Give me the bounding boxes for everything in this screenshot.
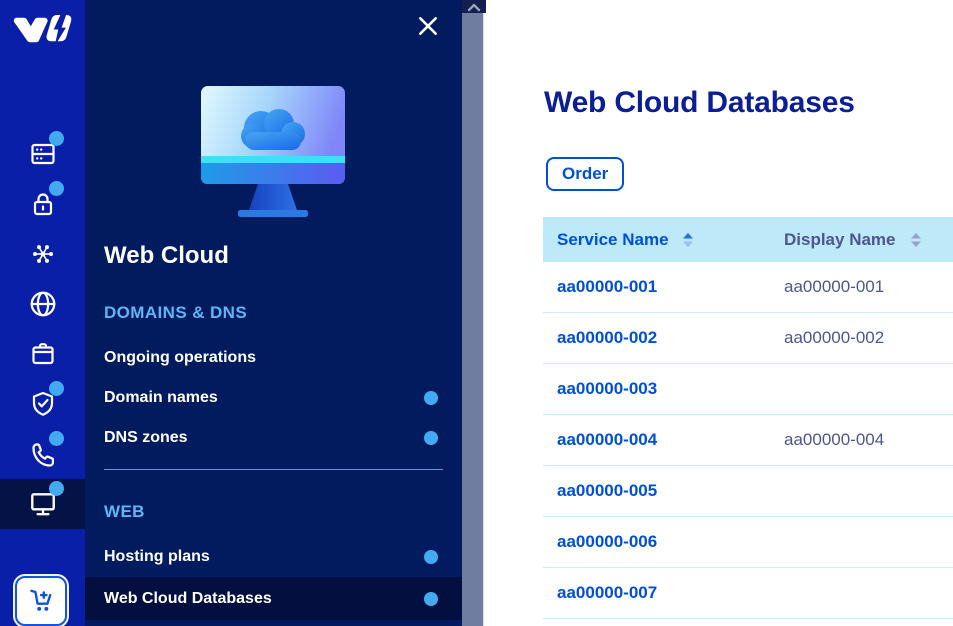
notification-dot — [424, 550, 438, 564]
close-icon — [417, 15, 439, 37]
page-title: Web Cloud Databases — [544, 86, 855, 120]
service-link[interactable]: aa00000-007 — [557, 583, 657, 602]
notification-dot — [424, 431, 438, 445]
column-header-display-name[interactable]: Display Name — [784, 230, 922, 250]
flyout-scrollbar[interactable] — [462, 0, 483, 626]
section-label-domains-dns: DOMAINS & DNS — [104, 303, 247, 323]
table-row: aa00000-006 — [543, 517, 953, 568]
flyout-title: Web Cloud — [104, 242, 229, 270]
notification-dot — [49, 431, 64, 446]
table-row: aa00000-001 aa00000-001 — [543, 262, 953, 313]
briefcase-icon — [29, 340, 57, 368]
display-name-cell: aa00000-001 — [784, 277, 884, 297]
notification-dot — [424, 391, 438, 405]
services-table: Service Name Display Name aa00000-001 — [543, 217, 953, 619]
rail-item-briefcase[interactable] — [0, 329, 85, 379]
globe-icon — [28, 289, 58, 319]
table-row: aa00000-007 — [543, 568, 953, 619]
web-cloud-illustration — [198, 86, 348, 218]
web-cloud-flyout: Web Cloud DOMAINS & DNS Ongoing operatio… — [85, 0, 462, 626]
flyout-item-hosting-plans[interactable]: Hosting plans — [85, 537, 462, 577]
service-link[interactable]: aa00000-005 — [557, 481, 657, 500]
table-row: aa00000-002 aa00000-002 — [543, 313, 953, 364]
display-name-cell: aa00000-002 — [784, 328, 884, 348]
hub-icon — [29, 240, 57, 268]
flyout-item-dns-zones[interactable]: DNS zones — [85, 418, 462, 458]
section-divider — [104, 469, 443, 470]
flyout-item-label: Web Cloud Databases — [104, 590, 272, 607]
rail-item-telecom[interactable] — [0, 429, 85, 479]
flyout-item-label: Hosting plans — [104, 548, 210, 565]
rail-item-security[interactable] — [0, 179, 85, 229]
rail-item-domains[interactable] — [0, 279, 85, 329]
close-flyout-button[interactable] — [416, 15, 440, 39]
flyout-item-domain-names[interactable]: Domain names — [85, 378, 462, 418]
order-button[interactable]: Order — [546, 157, 624, 191]
cart-plus-icon — [26, 586, 56, 616]
section-label-web: WEB — [104, 502, 145, 522]
ovhcloud-logo[interactable] — [11, 8, 73, 57]
table-header-row: Service Name Display Name — [543, 217, 953, 262]
app-window: Web Cloud DOMAINS & DNS Ongoing operatio… — [0, 0, 953, 626]
table-row: aa00000-003 — [543, 364, 953, 415]
rail-item-web-cloud[interactable] — [0, 479, 85, 529]
table-row: aa00000-004 aa00000-004 — [543, 415, 953, 466]
rail-item-shield[interactable] — [0, 379, 85, 429]
notification-dot — [49, 481, 64, 496]
sort-arrows-icon — [682, 232, 694, 248]
column-header-service-name[interactable]: Service Name — [543, 230, 784, 250]
sort-arrows-icon — [910, 232, 922, 248]
service-link[interactable]: aa00000-006 — [557, 532, 657, 551]
service-link[interactable]: aa00000-002 — [557, 328, 657, 347]
main-content: Web Cloud Databases Order Service Name D… — [483, 0, 953, 626]
service-link[interactable]: aa00000-001 — [557, 277, 657, 296]
cart-order-button[interactable] — [15, 576, 67, 626]
flyout-item-ongoing-operations[interactable]: Ongoing operations — [85, 338, 462, 378]
rail-item-servers[interactable] — [0, 129, 85, 179]
notification-dot — [424, 592, 438, 606]
rail-item-list — [0, 129, 85, 529]
ovhcloud-logo-icon — [11, 8, 73, 52]
notification-dot — [49, 131, 64, 146]
flyout-item-label: Domain names — [104, 389, 218, 406]
notification-dot — [49, 381, 64, 396]
service-link[interactable]: aa00000-003 — [557, 379, 657, 398]
flyout-item-web-cloud-databases[interactable]: Web Cloud Databases — [85, 577, 462, 620]
service-link[interactable]: aa00000-004 — [557, 430, 657, 449]
flyout-item-label: Ongoing operations — [104, 349, 256, 366]
table-row: aa00000-005 — [543, 466, 953, 517]
display-name-cell: aa00000-004 — [784, 430, 884, 450]
scroll-up-button[interactable] — [462, 0, 486, 13]
chevron-up-icon — [467, 2, 481, 12]
nav-rail — [0, 0, 85, 626]
flyout-item-label: DNS zones — [104, 429, 188, 446]
rail-item-network[interactable] — [0, 229, 85, 279]
notification-dot — [49, 181, 64, 196]
